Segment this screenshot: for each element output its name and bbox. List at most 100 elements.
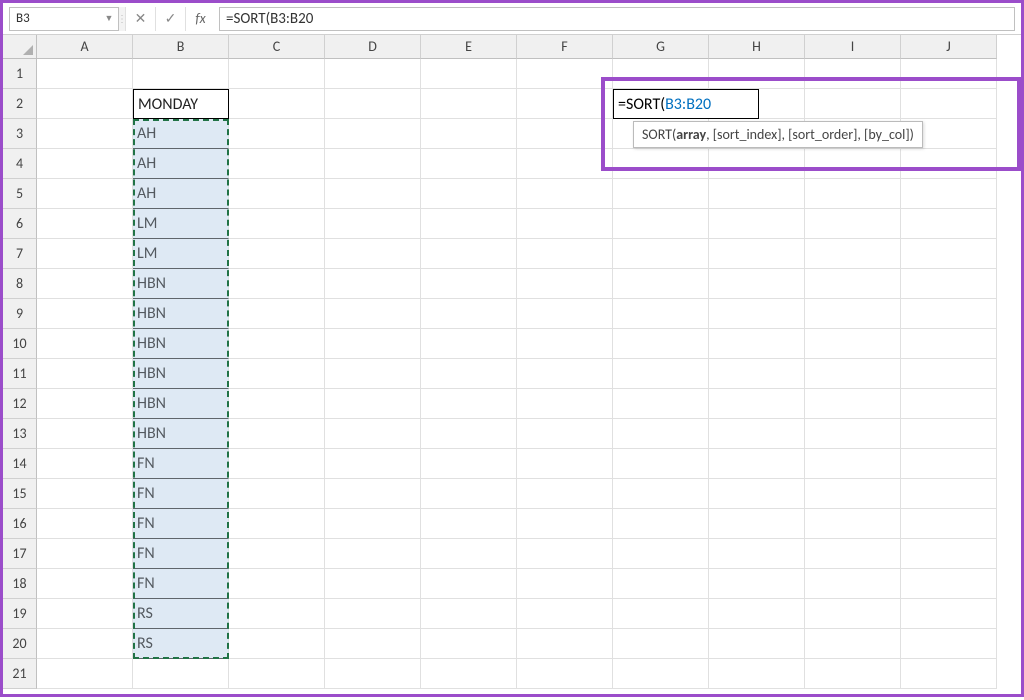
cell-h14[interactable] [709,449,805,479]
column-header-j[interactable]: J [901,35,997,59]
cell-d10[interactable] [325,329,421,359]
cell-d8[interactable] [325,269,421,299]
cell-b4[interactable]: AH [133,149,229,179]
cell-b9[interactable]: HBN [133,299,229,329]
cell-h4[interactable] [709,149,805,179]
cell-i7[interactable] [805,239,901,269]
cancel-formula-icon[interactable]: ✕ [125,7,155,31]
cell-b5[interactable]: AH [133,179,229,209]
cell-d13[interactable] [325,419,421,449]
cell-f6[interactable] [517,209,613,239]
cell-d9[interactable] [325,299,421,329]
column-header-b[interactable]: B [133,35,229,59]
cell-h7[interactable] [709,239,805,269]
cell-d17[interactable] [325,539,421,569]
cell-i5[interactable] [805,179,901,209]
cell-a5[interactable] [37,179,133,209]
cell-j5[interactable] [901,179,997,209]
row-header-5[interactable]: 5 [3,179,37,209]
cell-g20[interactable] [613,629,709,659]
cell-e21[interactable] [421,659,517,689]
cell-g12[interactable] [613,389,709,419]
cell-b7[interactable]: LM [133,239,229,269]
cell-h12[interactable] [709,389,805,419]
cell-f16[interactable] [517,509,613,539]
cell-a8[interactable] [37,269,133,299]
cell-e20[interactable] [421,629,517,659]
cell-f14[interactable] [517,449,613,479]
row-header-14[interactable]: 14 [3,449,37,479]
column-header-g[interactable]: G [613,35,709,59]
cell-a16[interactable] [37,509,133,539]
row-header-20[interactable]: 20 [3,629,37,659]
cell-a15[interactable] [37,479,133,509]
cell-i11[interactable] [805,359,901,389]
cell-a6[interactable] [37,209,133,239]
cell-f19[interactable] [517,599,613,629]
cell-d4[interactable] [325,149,421,179]
column-header-c[interactable]: C [229,35,325,59]
cell-e3[interactable] [421,119,517,149]
cell-e18[interactable] [421,569,517,599]
cell-h15[interactable] [709,479,805,509]
cell-d3[interactable] [325,119,421,149]
cell-h6[interactable] [709,209,805,239]
cell-d21[interactable] [325,659,421,689]
cell-g16[interactable] [613,509,709,539]
cell-b19[interactable]: RS [133,599,229,629]
cell-e2[interactable] [421,89,517,119]
cell-d11[interactable] [325,359,421,389]
cell-f17[interactable] [517,539,613,569]
row-header-8[interactable]: 8 [3,269,37,299]
cell-i8[interactable] [805,269,901,299]
cell-f2[interactable] [517,89,613,119]
cell-b18[interactable]: FN [133,569,229,599]
cell-f7[interactable] [517,239,613,269]
row-header-7[interactable]: 7 [3,239,37,269]
cell-h10[interactable] [709,329,805,359]
cell-h17[interactable] [709,539,805,569]
cell-i19[interactable] [805,599,901,629]
cell-c21[interactable] [229,659,325,689]
cell-i14[interactable] [805,449,901,479]
cell-g10[interactable] [613,329,709,359]
cell-a17[interactable] [37,539,133,569]
cell-i6[interactable] [805,209,901,239]
cell-c4[interactable] [229,149,325,179]
cell-b11[interactable]: HBN [133,359,229,389]
cell-f20[interactable] [517,629,613,659]
cell-a12[interactable] [37,389,133,419]
cell-c12[interactable] [229,389,325,419]
cell-i21[interactable] [805,659,901,689]
cell-g11[interactable] [613,359,709,389]
cell-a7[interactable] [37,239,133,269]
cell-b2[interactable]: MONDAY [133,89,229,119]
cell-h1[interactable] [709,59,805,89]
cell-f15[interactable] [517,479,613,509]
cell-e8[interactable] [421,269,517,299]
cell-d14[interactable] [325,449,421,479]
cell-i2[interactable] [805,89,901,119]
cell-h18[interactable] [709,569,805,599]
row-header-13[interactable]: 13 [3,419,37,449]
cell-g18[interactable] [613,569,709,599]
cell-e10[interactable] [421,329,517,359]
column-header-e[interactable]: E [421,35,517,59]
cell-j8[interactable] [901,269,997,299]
cell-g4[interactable] [613,149,709,179]
cell-a20[interactable] [37,629,133,659]
cell-j13[interactable] [901,419,997,449]
cell-d16[interactable] [325,509,421,539]
cell-a9[interactable] [37,299,133,329]
cell-d2[interactable] [325,89,421,119]
row-header-12[interactable]: 12 [3,389,37,419]
cell-b8[interactable]: HBN [133,269,229,299]
cell-b12[interactable]: HBN [133,389,229,419]
row-header-16[interactable]: 16 [3,509,37,539]
cell-j17[interactable] [901,539,997,569]
cell-j9[interactable] [901,299,997,329]
cell-g13[interactable] [613,419,709,449]
cell-d5[interactable] [325,179,421,209]
cell-a11[interactable] [37,359,133,389]
cell-j19[interactable] [901,599,997,629]
